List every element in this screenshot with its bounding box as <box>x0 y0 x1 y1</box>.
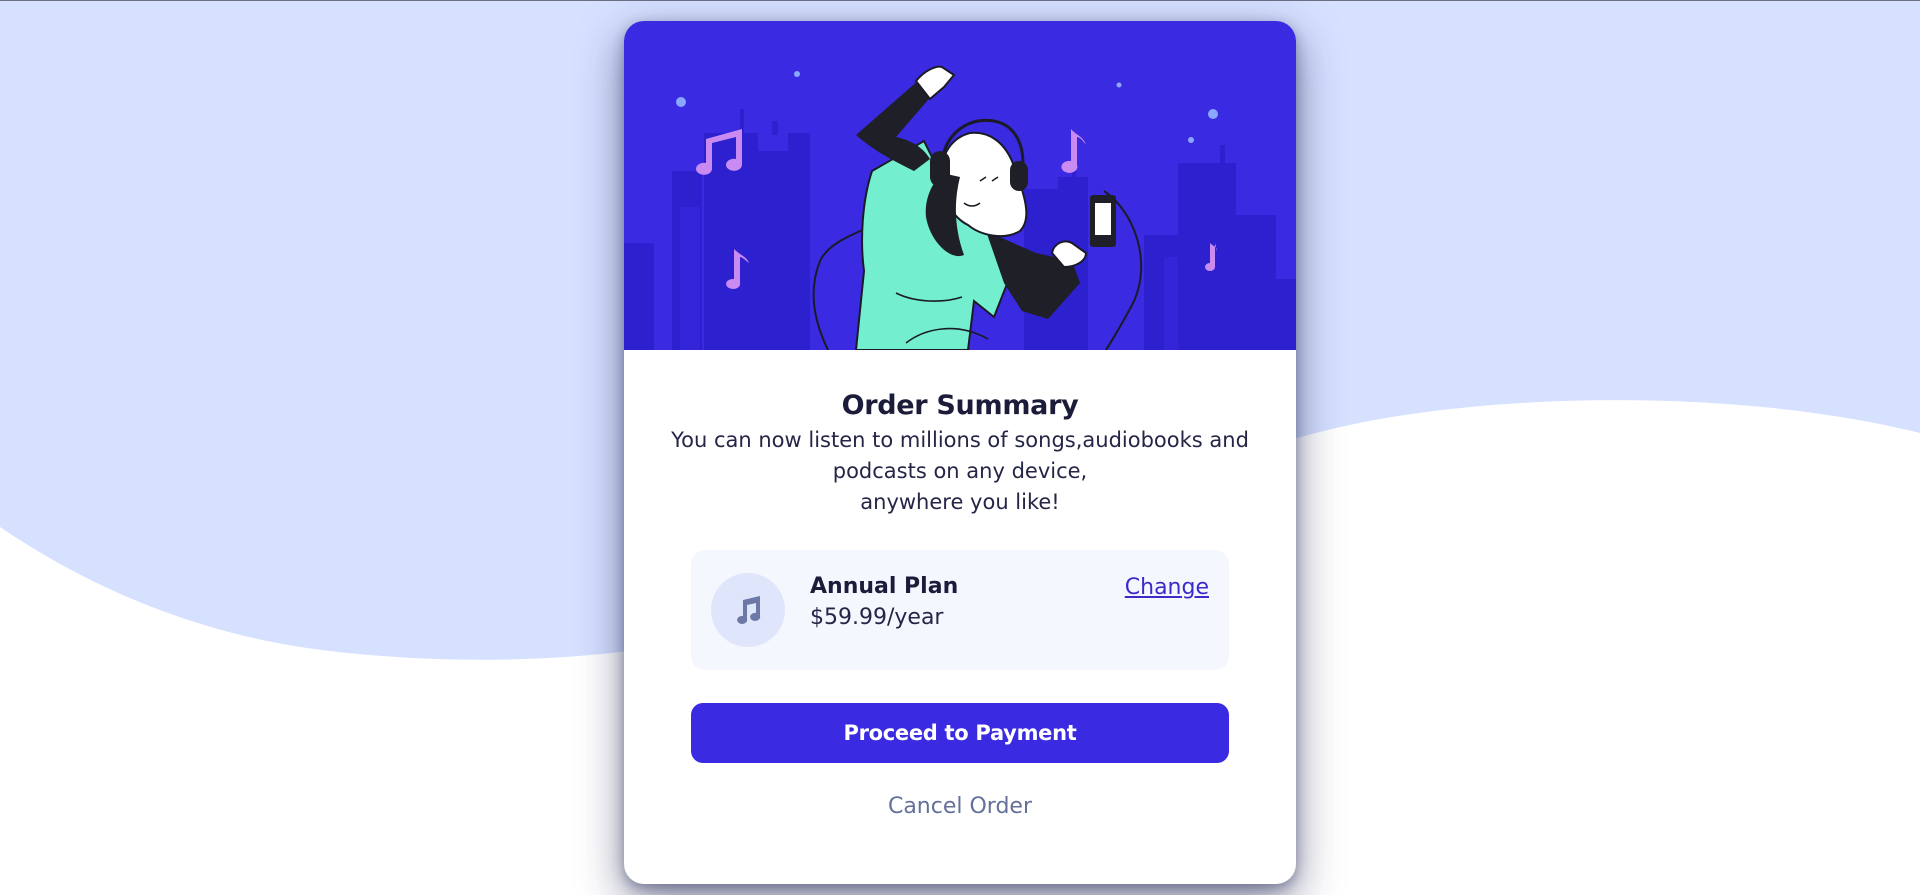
description-line: You can now listen to millions of songs,… <box>671 428 1249 452</box>
order-summary-card: Order Summary You can now listen to mill… <box>624 21 1296 884</box>
change-plan-link[interactable]: Change <box>1125 575 1209 600</box>
plan-name: Annual Plan <box>810 574 959 599</box>
description-line: podcasts on any device, <box>832 459 1088 483</box>
music-note-icon <box>711 573 785 647</box>
proceed-to-payment-button[interactable]: Proceed to Payment <box>691 703 1229 763</box>
cancel-order-button[interactable]: Cancel Order <box>691 787 1229 825</box>
order-summary-title: Order Summary <box>841 390 1079 421</box>
order-summary-description: You can now listen to millions of songs,… <box>664 425 1256 518</box>
description-line: anywhere you like! <box>860 490 1060 514</box>
hero-illustration <box>624 21 1296 350</box>
plan-box: Annual Plan $59.99/year Change <box>691 550 1229 670</box>
plan-price: $59.99/year <box>810 605 944 630</box>
